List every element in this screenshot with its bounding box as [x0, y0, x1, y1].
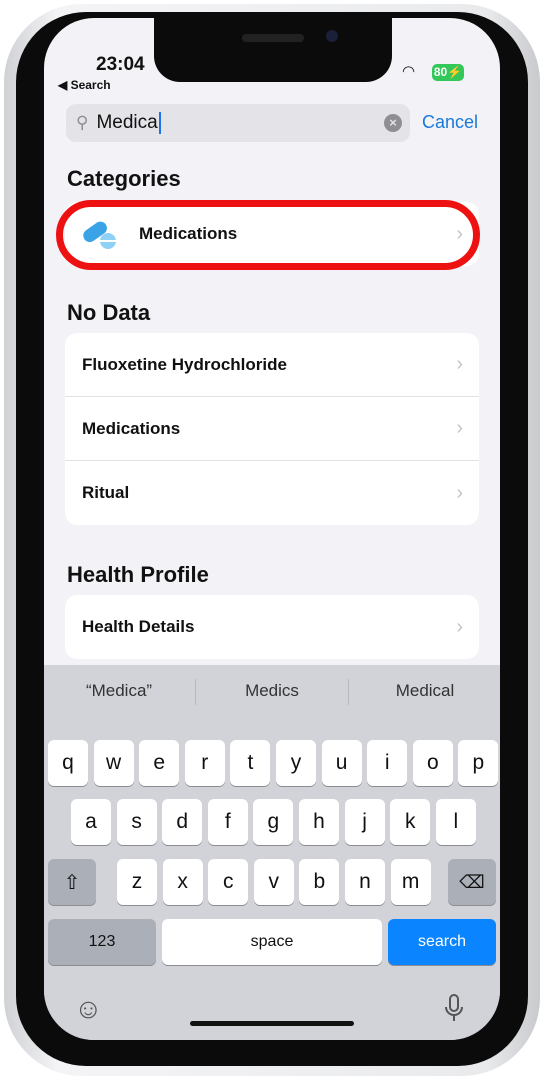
key-h[interactable]: h: [299, 799, 339, 845]
back-to-search-link[interactable]: ◀ Search: [58, 78, 111, 92]
screen: 23:04 ◀ Search ◠ 80⚡ ⚲ Medica × Cancel C…: [44, 18, 500, 1040]
clear-icon[interactable]: ×: [384, 114, 402, 132]
key-z[interactable]: z: [117, 859, 157, 905]
key-g[interactable]: g: [253, 799, 294, 845]
row-label: Medications: [82, 418, 181, 438]
divider: [348, 679, 349, 705]
status-time: 23:04: [96, 54, 145, 75]
shift-key[interactable]: ⇧: [48, 859, 96, 905]
list-item[interactable]: Fluoxetine Hydrochloride ›: [65, 333, 479, 397]
keyboard: “Medica” Medics Medical ⇧ ⌫ 123 space se…: [44, 665, 500, 1040]
row-label: Fluoxetine Hydrochloride: [82, 354, 287, 374]
wifi-icon: ◠: [402, 63, 416, 80]
key-o[interactable]: o: [412, 740, 453, 786]
key-p[interactable]: p: [458, 740, 499, 786]
chevron-right-icon: ›: [456, 481, 463, 504]
search-field[interactable]: ⚲ Medica ×: [66, 104, 410, 142]
chevron-right-icon: ›: [456, 615, 463, 638]
key-e[interactable]: e: [139, 740, 180, 786]
key-j[interactable]: j: [344, 799, 385, 845]
numbers-key[interactable]: 123: [48, 919, 156, 965]
delete-key[interactable]: ⌫: [448, 859, 496, 905]
suggestion[interactable]: Medics: [197, 681, 347, 701]
section-title-categories: Categories: [67, 166, 181, 191]
key-f[interactable]: f: [207, 799, 248, 845]
emoji-icon[interactable]: ☺: [74, 993, 103, 1025]
list-item[interactable]: Health Details ›: [65, 595, 479, 659]
suggestion[interactable]: “Medica”: [44, 681, 194, 701]
list-item[interactable]: Ritual ›: [65, 461, 479, 525]
key-u[interactable]: u: [321, 740, 362, 786]
section-title-health-profile: Health Profile: [67, 562, 209, 587]
home-indicator: [190, 1021, 354, 1026]
search-input[interactable]: Medica: [96, 112, 161, 134]
key-t[interactable]: t: [230, 740, 271, 786]
suggestion[interactable]: Medical: [350, 681, 500, 701]
chevron-right-icon: ›: [456, 417, 463, 439]
space-key[interactable]: space: [162, 919, 382, 965]
key-c[interactable]: c: [208, 859, 249, 905]
cancel-button[interactable]: Cancel: [422, 112, 478, 133]
row-label: Ritual: [82, 483, 130, 502]
row-label: Health Details: [82, 617, 195, 636]
key-k[interactable]: k: [390, 799, 431, 845]
key-l[interactable]: l: [435, 799, 476, 845]
chevron-right-icon: ›: [456, 353, 463, 375]
highlight-ring: [56, 200, 480, 270]
no-data-card: Fluoxetine Hydrochloride › Medications › R…: [65, 333, 479, 525]
key-s[interactable]: s: [116, 799, 157, 845]
key-r[interactable]: r: [184, 740, 225, 786]
key-n[interactable]: n: [345, 859, 385, 905]
camera: [326, 30, 338, 42]
key-v[interactable]: v: [253, 859, 294, 905]
key-w[interactable]: w: [93, 740, 134, 786]
battery-badge: 80⚡: [432, 64, 464, 81]
list-item[interactable]: Medications ›: [65, 397, 479, 461]
section-title-no-data: No Data: [67, 300, 151, 325]
key-y[interactable]: y: [276, 740, 316, 786]
speaker: [242, 34, 304, 42]
key-a[interactable]: a: [71, 799, 111, 845]
microphone-icon[interactable]: [444, 993, 464, 1025]
notch: [154, 18, 392, 82]
key-x[interactable]: x: [162, 859, 203, 905]
health-profile-card: Health Details ›: [65, 595, 479, 659]
key-b[interactable]: b: [299, 859, 340, 905]
key-q[interactable]: q: [48, 740, 88, 786]
search-icon: ⚲: [76, 113, 89, 132]
key-m[interactable]: m: [390, 859, 431, 905]
search-key[interactable]: search: [388, 919, 496, 965]
divider: [195, 679, 196, 705]
key-i[interactable]: i: [367, 740, 408, 786]
key-d[interactable]: d: [162, 799, 203, 845]
